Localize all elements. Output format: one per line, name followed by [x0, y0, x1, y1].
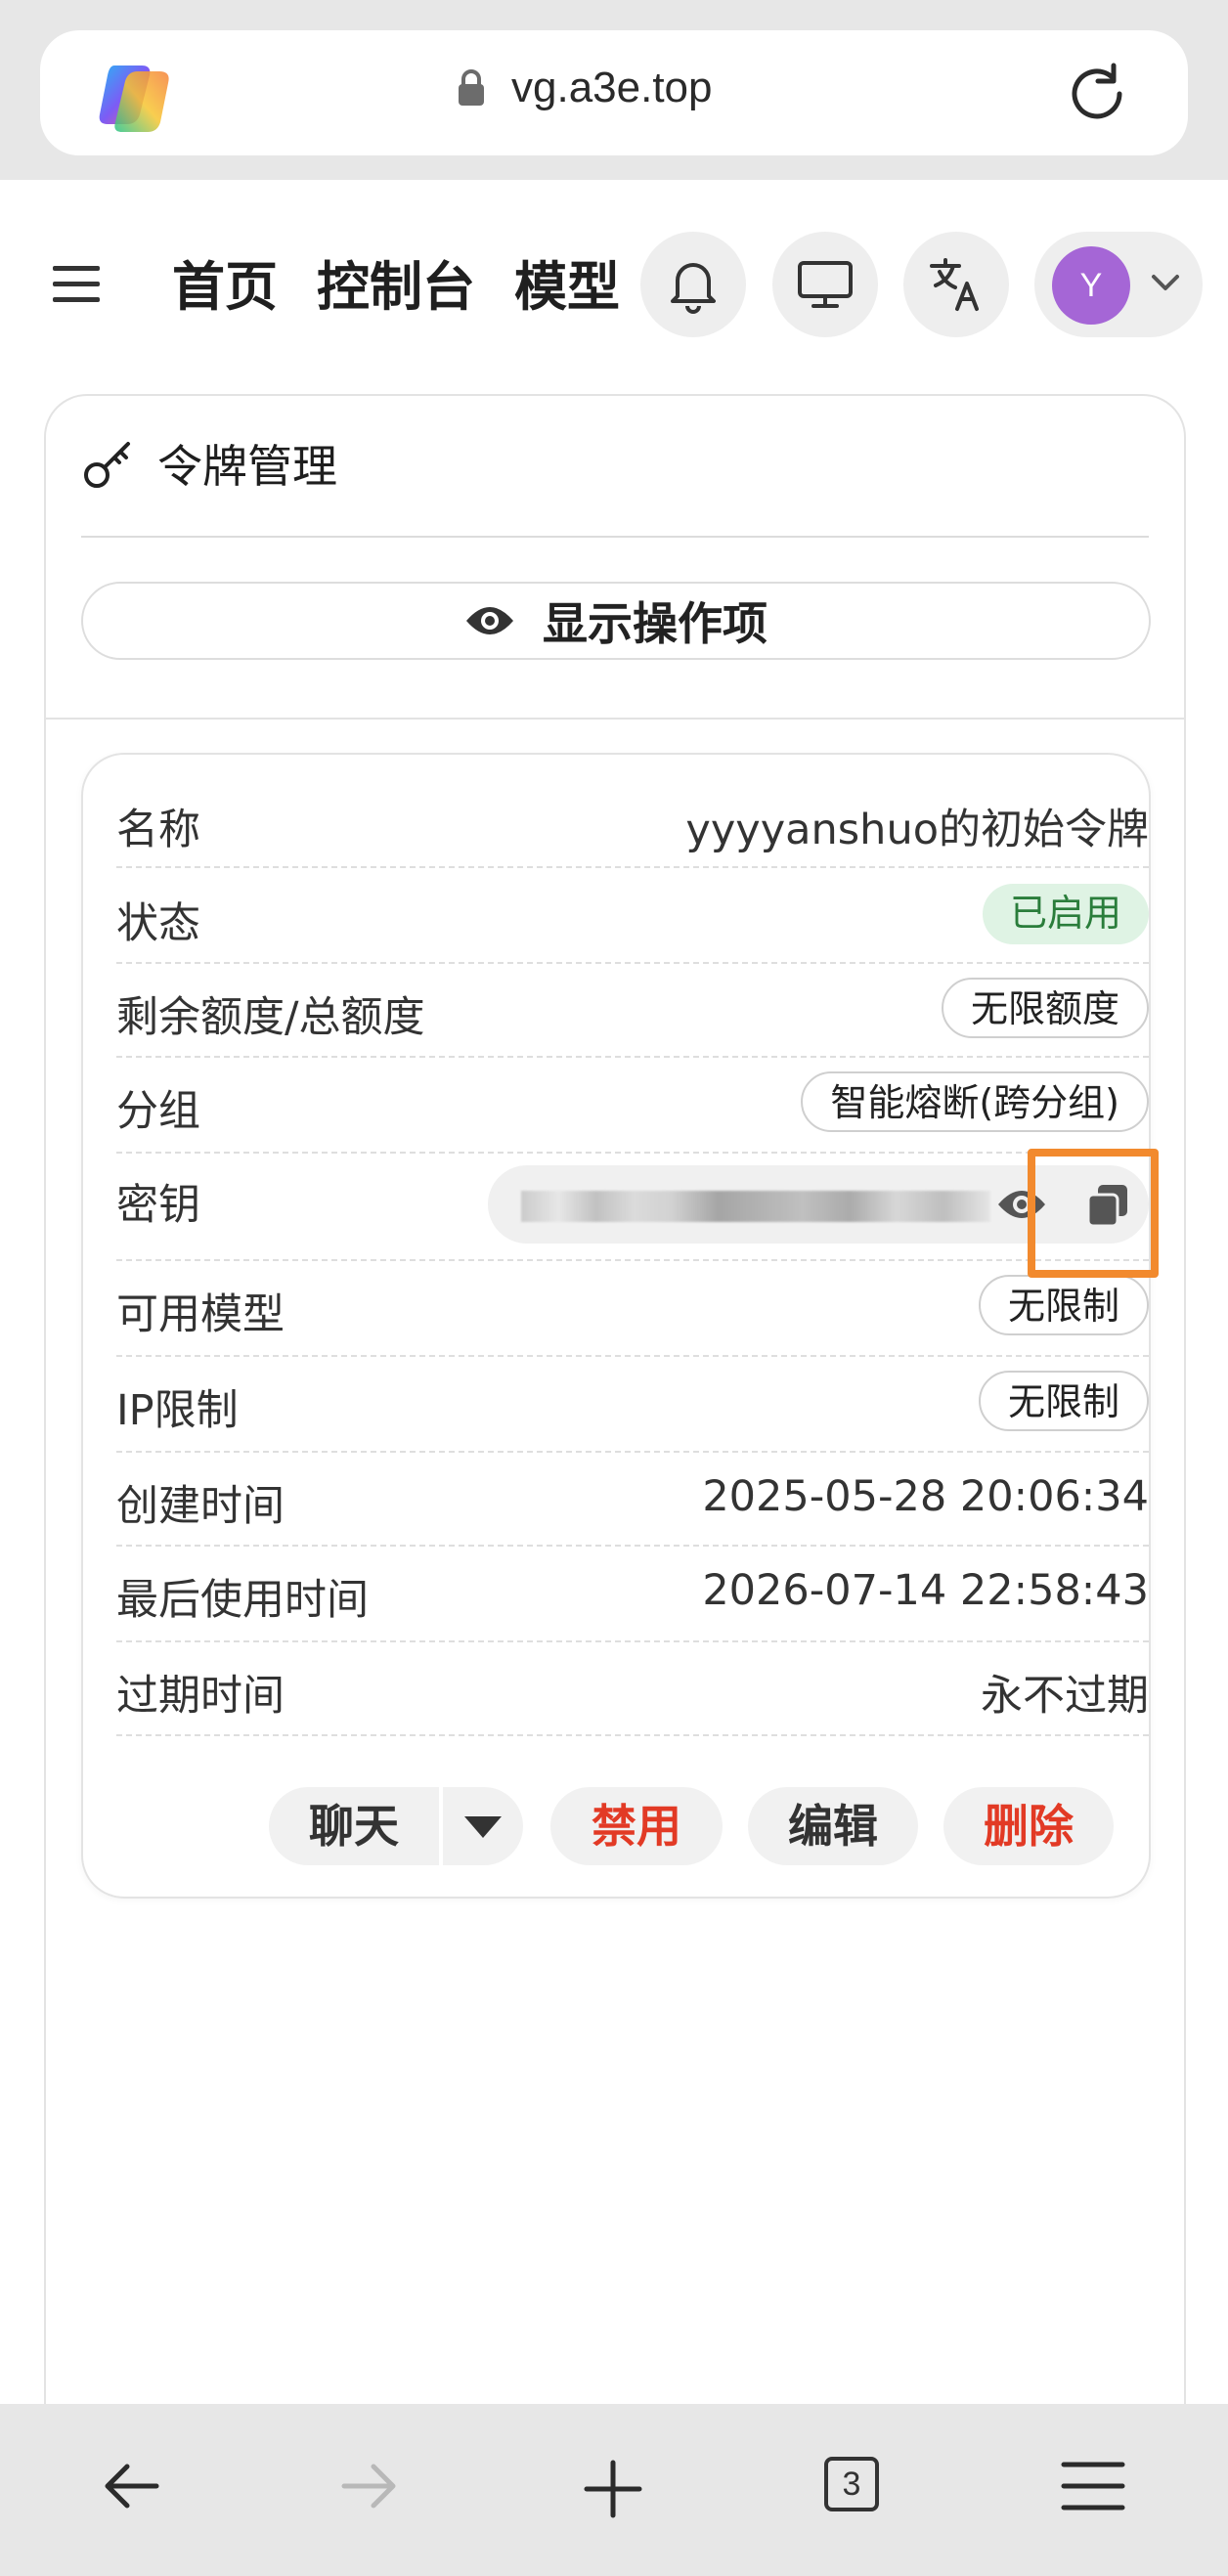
token-management-panel: 令牌管理 显示操作项 名称 yyyyanshuo的初始令牌 状态 已启用 剩余额…: [44, 394, 1186, 2449]
page-title: 令牌管理: [157, 440, 337, 493]
copy-highlight-box: [1028, 1149, 1159, 1278]
created-time-value: 2025-05-28 20:06:34: [702, 1472, 1149, 1521]
row-label: 创建时间: [116, 1482, 285, 1531]
status-badge: 已启用: [982, 884, 1149, 944]
quota-tag: 无限额度: [941, 978, 1149, 1038]
reload-icon[interactable]: [1063, 60, 1131, 128]
show-actions-button[interactable]: 显示操作项: [81, 582, 1151, 660]
browser-top-bar: vg.a3e.top: [0, 0, 1228, 180]
token-row-name: 名称 yyyyanshuo的初始令牌: [116, 774, 1149, 868]
row-label: 最后使用时间: [116, 1576, 369, 1625]
last-used-time-value: 2026-07-14 22:58:43: [702, 1566, 1149, 1615]
token-row-expires: 过期时间 永不过期: [116, 1640, 1149, 1736]
lock-icon: [459, 69, 484, 106]
nav-link-home[interactable]: 首页: [172, 248, 278, 327]
token-card: 名称 yyyyanshuo的初始令牌 状态 已启用 剩余额度/总额度 无限额度 …: [81, 753, 1151, 1899]
display-mode-button[interactable]: [772, 232, 878, 337]
translate-icon: [930, 258, 979, 311]
plus-icon[interactable]: [583, 2459, 643, 2519]
row-label: IP限制: [116, 1386, 239, 1435]
token-row-quota: 剩余额度/总额度 无限额度: [116, 962, 1149, 1058]
models-tag: 无限制: [978, 1275, 1149, 1335]
token-row-last-used: 最后使用时间 2026-07-14 22:58:43: [116, 1545, 1149, 1642]
caret-down-icon: [464, 1816, 502, 1838]
row-label: 剩余额度/总额度: [116, 993, 425, 1042]
menu-icon[interactable]: [1060, 2459, 1126, 2513]
token-row-group: 分组 智能熔断(跨分组): [116, 1056, 1149, 1154]
show-actions-label: 显示操作项: [543, 597, 768, 650]
monitor-icon: [798, 261, 853, 308]
chat-button[interactable]: 聊天: [269, 1787, 439, 1865]
row-label: 分组: [116, 1087, 200, 1136]
masked-key: [521, 1191, 990, 1222]
top-navigation: 首页 控制台 模型 Y: [0, 180, 1228, 397]
row-label: 可用模型: [116, 1290, 285, 1339]
token-row-key: 密钥: [116, 1152, 1149, 1261]
browser-bottom-bar: 3: [0, 2404, 1228, 2576]
browser-logo-icon: [99, 65, 169, 132]
nav-link-console[interactable]: 控制台: [317, 248, 475, 327]
address-bar[interactable]: vg.a3e.top: [40, 30, 1188, 155]
token-row-created: 创建时间 2025-05-28 20:06:34: [116, 1451, 1149, 1547]
row-label: 状态: [116, 899, 200, 948]
divider: [46, 718, 1184, 720]
avatar: Y: [1052, 246, 1130, 325]
notifications-button[interactable]: [640, 232, 746, 337]
delete-button[interactable]: 删除: [943, 1787, 1114, 1865]
key-icon: [84, 442, 130, 488]
token-row-status: 状态 已启用: [116, 866, 1149, 964]
hamburger-icon[interactable]: [51, 262, 106, 307]
group-tag: 智能熔断(跨分组): [801, 1071, 1149, 1132]
row-label: 过期时间: [116, 1672, 285, 1721]
token-row-models: 可用模型 无限制: [116, 1259, 1149, 1357]
eye-icon: [466, 607, 513, 634]
ip-tag: 无限制: [978, 1371, 1149, 1431]
forward-arrow-icon[interactable]: [338, 2459, 399, 2513]
token-row-ip: IP限制 无限制: [116, 1355, 1149, 1453]
url-text[interactable]: vg.a3e.top: [511, 64, 713, 112]
language-button[interactable]: [903, 232, 1009, 337]
user-menu-button[interactable]: Y: [1034, 232, 1203, 337]
divider: [81, 536, 1149, 538]
tabs-icon[interactable]: 3: [824, 2457, 879, 2511]
bell-icon: [671, 263, 716, 314]
nav-link-models[interactable]: 模型: [514, 248, 620, 327]
back-arrow-icon[interactable]: [102, 2459, 162, 2513]
row-label: 密钥: [116, 1181, 200, 1230]
edit-button[interactable]: 编辑: [748, 1787, 918, 1865]
expire-time-value: 永不过期: [981, 1672, 1149, 1721]
panel-header: 令牌管理: [81, 431, 337, 496]
chevron-down-icon: [1152, 275, 1179, 290]
row-label: 名称: [116, 806, 200, 854]
disable-button[interactable]: 禁用: [550, 1787, 723, 1865]
token-name-value: yyyyanshuo的初始令牌: [685, 806, 1149, 854]
chat-dropdown-button[interactable]: [443, 1787, 523, 1865]
